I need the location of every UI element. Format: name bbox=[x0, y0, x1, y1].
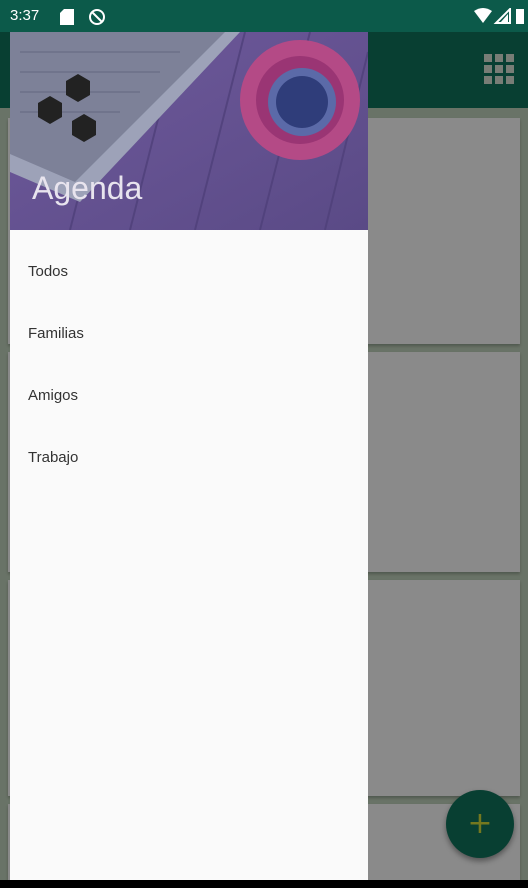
status-time: 3:37 bbox=[10, 7, 40, 24]
navigation-drawer: Agenda Todos Familias Amigos Trabajo bbox=[10, 32, 368, 880]
status-bar: 3:37 bbox=[0, 0, 528, 32]
signal-icon bbox=[493, 6, 511, 24]
sd-card-icon bbox=[60, 9, 74, 30]
battery-icon bbox=[516, 9, 524, 24]
drawer-header: Agenda bbox=[10, 32, 368, 230]
hexagons-logo-icon bbox=[34, 72, 106, 153]
drawer-title: Agenda bbox=[32, 170, 143, 206]
drawer-item-amigos[interactable]: Amigos bbox=[10, 364, 368, 426]
sync-off-icon bbox=[88, 8, 106, 31]
system-nav-bar bbox=[0, 880, 528, 888]
drawer-menu: Todos Familias Amigos Trabajo bbox=[10, 240, 368, 488]
drawer-item-trabajo[interactable]: Trabajo bbox=[10, 426, 368, 488]
status-right-icons bbox=[474, 6, 524, 29]
drawer-item-familias[interactable]: Familias bbox=[10, 302, 368, 364]
wifi-icon bbox=[474, 8, 492, 23]
drawer-item-todos[interactable]: Todos bbox=[10, 240, 368, 302]
